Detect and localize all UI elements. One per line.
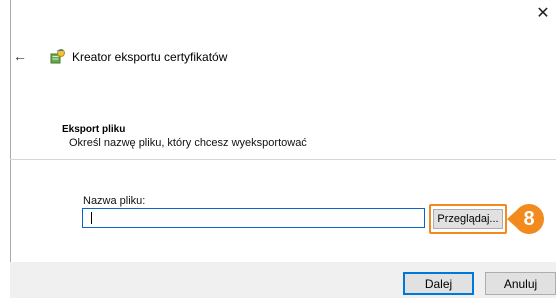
text-caret: [91, 212, 92, 224]
section-title: Eksport pliku: [62, 124, 126, 135]
wizard-title: Kreator eksportu certyfikatów: [72, 50, 228, 64]
browse-button[interactable]: Przeglądaj...: [433, 209, 503, 229]
step-number-badge: 8: [514, 204, 544, 234]
cancel-button[interactable]: Anuluj: [485, 272, 556, 295]
file-name-label: Nazwa pliku:: [83, 195, 146, 207]
wizard-window: [10, 0, 556, 298]
section-description: Określ nazwę pliku, który chcesz wyekspo…: [69, 137, 307, 149]
header-divider: [10, 159, 556, 160]
certificate-wizard-icon: [50, 49, 65, 64]
file-name-input[interactable]: [82, 208, 425, 228]
next-button[interactable]: Dalej: [403, 272, 474, 295]
back-arrow-icon[interactable]: ←: [13, 48, 27, 64]
wizard-footer: [10, 262, 556, 298]
close-icon[interactable]: ✕: [530, 0, 556, 30]
